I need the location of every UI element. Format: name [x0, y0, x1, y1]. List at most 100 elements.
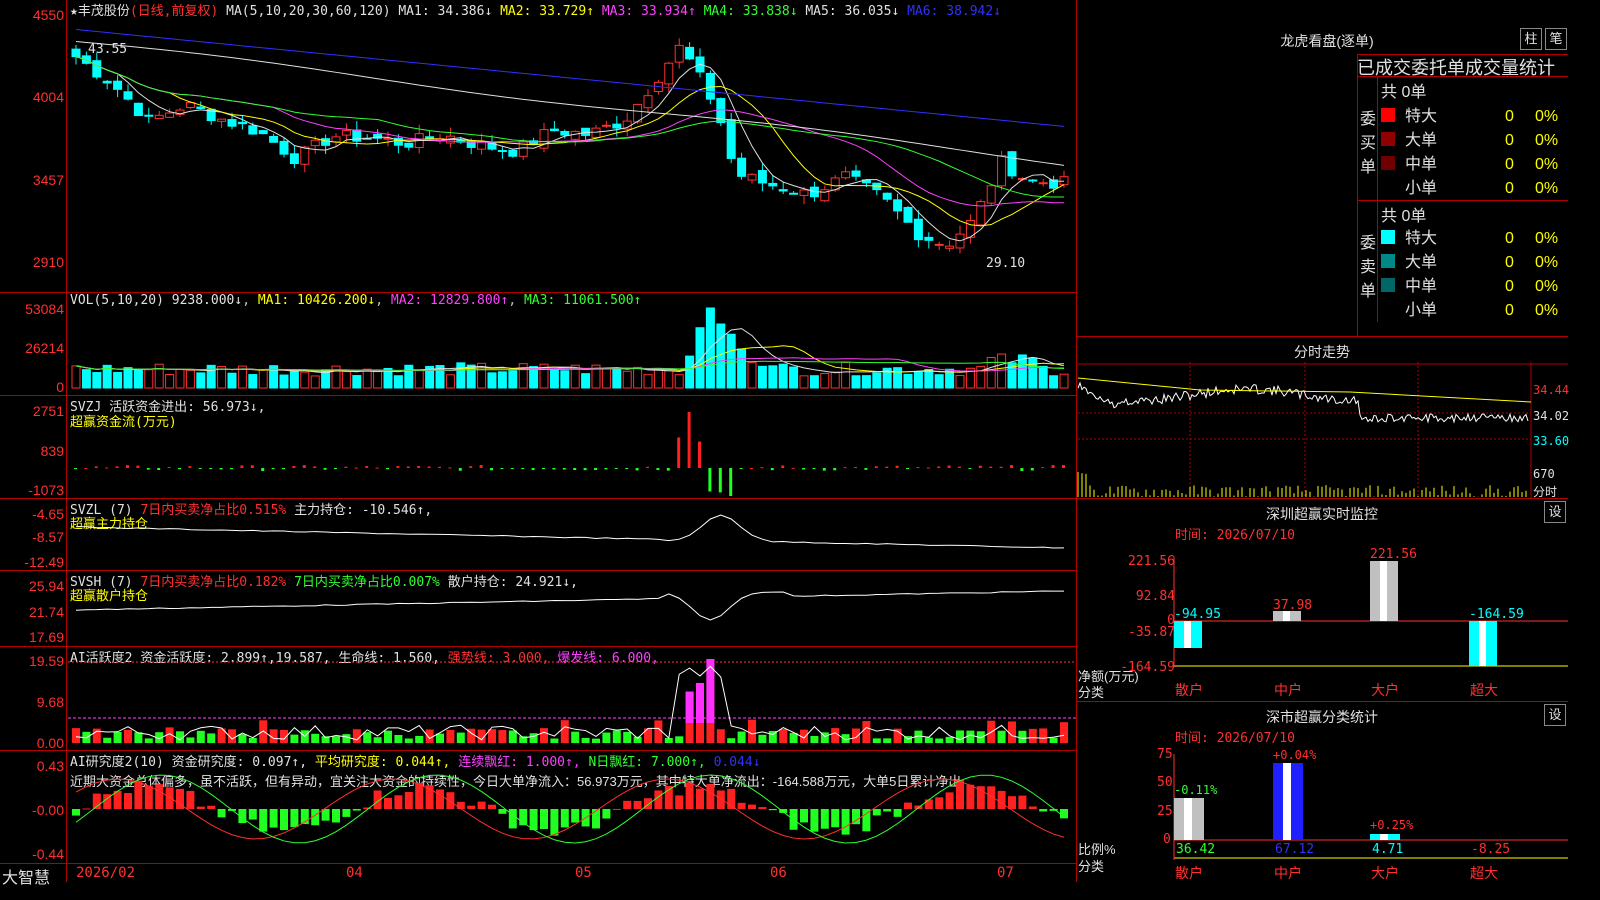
activity-bar	[956, 730, 964, 743]
activity-bar	[508, 730, 517, 743]
candle	[851, 165, 861, 181]
volume-bar	[196, 372, 206, 389]
activity-bar	[384, 730, 392, 743]
candle	[123, 84, 133, 101]
research-bar	[342, 809, 351, 817]
ma-line-120	[75, 29, 1065, 127]
flow-bar	[126, 465, 129, 468]
flow-bar	[791, 467, 795, 469]
research-bar	[872, 809, 881, 816]
candle	[695, 48, 705, 78]
chart-canvas	[68, 29, 1076, 844]
research-bar	[966, 784, 975, 809]
volume-bar	[643, 374, 653, 389]
research-bar	[384, 797, 392, 809]
sz-class-panel[interactable]: 深市超赢分类统计 设 时间: 2026/07/10 75 50 25 0 比例%…	[1077, 702, 1568, 882]
flow-bar	[479, 464, 483, 468]
activity-bar-hot	[696, 682, 704, 723]
volume-bar	[373, 369, 383, 389]
research-bar	[820, 809, 829, 829]
flow-bar	[677, 437, 681, 468]
activity-bar	[862, 721, 871, 743]
research-bar	[508, 809, 517, 829]
color-swatch	[1381, 230, 1395, 244]
flow-bar	[105, 467, 109, 469]
activity-bar	[529, 733, 538, 743]
activity-bar	[404, 738, 413, 743]
candle	[872, 182, 882, 196]
activity-bar	[124, 729, 132, 743]
flow-bar	[687, 412, 691, 468]
research-bar	[612, 808, 621, 810]
candle	[882, 192, 892, 202]
volume-bar	[1028, 357, 1038, 389]
tick-mode-button[interactable]: 笔	[1545, 28, 1567, 50]
research-bar	[841, 809, 850, 835]
flow-bar	[854, 467, 857, 469]
candle	[633, 103, 643, 124]
research-bar	[165, 787, 174, 809]
flow-bar	[219, 468, 223, 470]
research-bar	[924, 799, 933, 809]
column-mode-button[interactable]: 柱	[1520, 28, 1542, 50]
sz-ytick: 92.84	[1135, 589, 1175, 604]
szfl-settings-button[interactable]: 设	[1544, 704, 1566, 726]
fenshi-panel[interactable]: 分时走势 34.44 34.02 33.60 670 分时	[1077, 337, 1570, 499]
volume-bar	[809, 375, 819, 389]
flow-bar	[937, 466, 941, 468]
volume-bar	[1038, 365, 1048, 389]
lhb-subtitle: 已成交委托单成交量统计	[1357, 58, 1555, 78]
research-bar	[332, 809, 340, 823]
candle	[81, 51, 91, 65]
flow-bar	[895, 465, 899, 468]
candle	[445, 127, 455, 148]
candle	[1038, 179, 1048, 187]
sz-monitor-panel[interactable]: 深圳超赢实时监控 设 时间: 2026/07/10 221.56 92.84 0…	[1077, 499, 1568, 702]
activity-bar	[675, 736, 684, 743]
flow-bar	[812, 468, 816, 469]
volume-bar	[653, 369, 663, 389]
flow-bar	[562, 468, 566, 470]
szfl-ytick: 0	[1163, 832, 1171, 847]
buy-row: 小单 0 0%	[1381, 174, 1558, 197]
volume-bar	[747, 362, 757, 389]
candle	[289, 145, 299, 169]
flow-bar	[666, 468, 670, 471]
flow-bar	[115, 466, 119, 468]
flow-bar	[198, 468, 202, 469]
research-bar	[259, 809, 268, 832]
candle	[674, 38, 684, 69]
flow-bar	[843, 467, 847, 469]
flow-bar	[573, 468, 577, 471]
volume-bar	[133, 369, 143, 389]
research-bar	[862, 809, 871, 832]
volume-bar	[113, 371, 123, 389]
szfl-ytick: 75	[1157, 747, 1173, 762]
volume-bar	[185, 369, 195, 389]
research-bar	[550, 809, 559, 836]
fenshi-ytick: 33.60	[1533, 434, 1570, 448]
candle	[986, 185, 996, 206]
fenshi-ytick: 34.44	[1533, 383, 1570, 397]
flow-bar	[760, 467, 764, 469]
lhb-title: 龙虎看盘(逐单)	[1280, 33, 1374, 49]
activity-bar	[602, 732, 611, 743]
candle	[820, 185, 830, 203]
activity-bar	[72, 728, 80, 743]
flow-bar	[698, 441, 701, 468]
candle	[549, 120, 559, 132]
research-bar	[716, 790, 725, 809]
research-bar	[592, 809, 600, 829]
activity-bar	[1008, 721, 1016, 743]
volume-bar	[872, 372, 882, 389]
research-bar	[758, 807, 767, 809]
sz-xlabel: 分类	[1078, 685, 1105, 700]
flow-bar	[178, 468, 181, 470]
sz-ytick: 221.56	[1128, 554, 1175, 569]
sz-settings-button[interactable]: 设	[1544, 501, 1566, 523]
research-bar	[696, 788, 704, 809]
candle	[893, 193, 903, 220]
research-bar	[124, 793, 132, 809]
candle	[737, 152, 747, 180]
flow-bar	[718, 468, 722, 493]
